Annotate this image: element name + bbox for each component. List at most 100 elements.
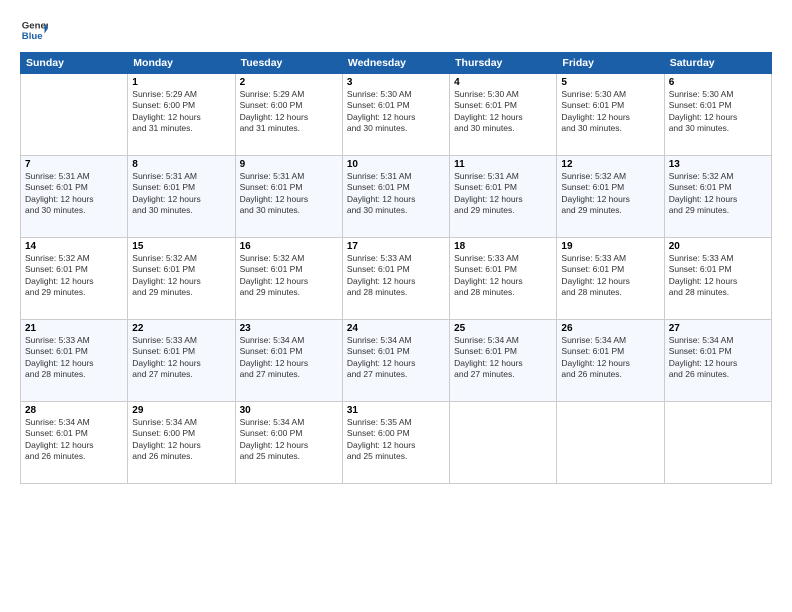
- calendar-cell: 21Sunrise: 5:33 AM Sunset: 6:01 PM Dayli…: [21, 320, 128, 402]
- day-number: 2: [240, 77, 338, 88]
- day-number: 20: [669, 241, 767, 252]
- calendar-cell: 16Sunrise: 5:32 AM Sunset: 6:01 PM Dayli…: [235, 238, 342, 320]
- day-info: Sunrise: 5:33 AM Sunset: 6:01 PM Dayligh…: [132, 335, 230, 381]
- weekday-header-wednesday: Wednesday: [342, 53, 449, 74]
- calendar-cell: 5Sunrise: 5:30 AM Sunset: 6:01 PM Daylig…: [557, 74, 664, 156]
- day-info: Sunrise: 5:32 AM Sunset: 6:01 PM Dayligh…: [25, 253, 123, 299]
- calendar-cell: 15Sunrise: 5:32 AM Sunset: 6:01 PM Dayli…: [128, 238, 235, 320]
- day-number: 5: [561, 77, 659, 88]
- calendar-cell: 2Sunrise: 5:29 AM Sunset: 6:00 PM Daylig…: [235, 74, 342, 156]
- day-number: 21: [25, 323, 123, 334]
- calendar-cell: 9Sunrise: 5:31 AM Sunset: 6:01 PM Daylig…: [235, 156, 342, 238]
- calendar-cell: 23Sunrise: 5:34 AM Sunset: 6:01 PM Dayli…: [235, 320, 342, 402]
- day-number: 17: [347, 241, 445, 252]
- day-info: Sunrise: 5:30 AM Sunset: 6:01 PM Dayligh…: [347, 89, 445, 135]
- day-number: 16: [240, 241, 338, 252]
- calendar-cell: 26Sunrise: 5:34 AM Sunset: 6:01 PM Dayli…: [557, 320, 664, 402]
- page: General Blue SundayMondayTuesdayWednesda…: [0, 0, 792, 612]
- day-number: 8: [132, 159, 230, 170]
- calendar-cell: 31Sunrise: 5:35 AM Sunset: 6:00 PM Dayli…: [342, 402, 449, 484]
- calendar-cell: 14Sunrise: 5:32 AM Sunset: 6:01 PM Dayli…: [21, 238, 128, 320]
- calendar-cell: 10Sunrise: 5:31 AM Sunset: 6:01 PM Dayli…: [342, 156, 449, 238]
- logo-icon: General Blue: [20, 16, 48, 44]
- day-info: Sunrise: 5:32 AM Sunset: 6:01 PM Dayligh…: [669, 171, 767, 217]
- day-info: Sunrise: 5:31 AM Sunset: 6:01 PM Dayligh…: [240, 171, 338, 217]
- calendar-cell: [450, 402, 557, 484]
- day-number: 26: [561, 323, 659, 334]
- day-number: 7: [25, 159, 123, 170]
- logo: General Blue: [20, 16, 48, 44]
- day-info: Sunrise: 5:34 AM Sunset: 6:01 PM Dayligh…: [347, 335, 445, 381]
- header: General Blue: [20, 16, 772, 44]
- day-info: Sunrise: 5:34 AM Sunset: 6:01 PM Dayligh…: [454, 335, 552, 381]
- day-info: Sunrise: 5:31 AM Sunset: 6:01 PM Dayligh…: [132, 171, 230, 217]
- day-number: 14: [25, 241, 123, 252]
- weekday-header-friday: Friday: [557, 53, 664, 74]
- day-number: 15: [132, 241, 230, 252]
- day-info: Sunrise: 5:34 AM Sunset: 6:01 PM Dayligh…: [25, 417, 123, 463]
- day-number: 22: [132, 323, 230, 334]
- day-number: 28: [25, 405, 123, 416]
- day-info: Sunrise: 5:34 AM Sunset: 6:01 PM Dayligh…: [240, 335, 338, 381]
- day-info: Sunrise: 5:32 AM Sunset: 6:01 PM Dayligh…: [132, 253, 230, 299]
- day-number: 12: [561, 159, 659, 170]
- calendar-cell: 20Sunrise: 5:33 AM Sunset: 6:01 PM Dayli…: [664, 238, 771, 320]
- calendar-cell: 22Sunrise: 5:33 AM Sunset: 6:01 PM Dayli…: [128, 320, 235, 402]
- calendar-cell: 1Sunrise: 5:29 AM Sunset: 6:00 PM Daylig…: [128, 74, 235, 156]
- calendar-cell: 19Sunrise: 5:33 AM Sunset: 6:01 PM Dayli…: [557, 238, 664, 320]
- day-number: 27: [669, 323, 767, 334]
- day-number: 11: [454, 159, 552, 170]
- weekday-header-saturday: Saturday: [664, 53, 771, 74]
- weekday-header-tuesday: Tuesday: [235, 53, 342, 74]
- day-number: 10: [347, 159, 445, 170]
- day-number: 30: [240, 405, 338, 416]
- day-number: 6: [669, 77, 767, 88]
- day-number: 18: [454, 241, 552, 252]
- day-info: Sunrise: 5:31 AM Sunset: 6:01 PM Dayligh…: [347, 171, 445, 217]
- calendar-cell: 29Sunrise: 5:34 AM Sunset: 6:00 PM Dayli…: [128, 402, 235, 484]
- day-number: 4: [454, 77, 552, 88]
- calendar-cell: 24Sunrise: 5:34 AM Sunset: 6:01 PM Dayli…: [342, 320, 449, 402]
- day-number: 29: [132, 405, 230, 416]
- day-info: Sunrise: 5:30 AM Sunset: 6:01 PM Dayligh…: [454, 89, 552, 135]
- calendar-cell: 12Sunrise: 5:32 AM Sunset: 6:01 PM Dayli…: [557, 156, 664, 238]
- calendar-cell: 6Sunrise: 5:30 AM Sunset: 6:01 PM Daylig…: [664, 74, 771, 156]
- day-info: Sunrise: 5:33 AM Sunset: 6:01 PM Dayligh…: [669, 253, 767, 299]
- day-number: 19: [561, 241, 659, 252]
- day-number: 1: [132, 77, 230, 88]
- day-number: 31: [347, 405, 445, 416]
- day-info: Sunrise: 5:34 AM Sunset: 6:01 PM Dayligh…: [669, 335, 767, 381]
- calendar-cell: 30Sunrise: 5:34 AM Sunset: 6:00 PM Dayli…: [235, 402, 342, 484]
- day-info: Sunrise: 5:35 AM Sunset: 6:00 PM Dayligh…: [347, 417, 445, 463]
- weekday-header-thursday: Thursday: [450, 53, 557, 74]
- calendar-cell: 25Sunrise: 5:34 AM Sunset: 6:01 PM Dayli…: [450, 320, 557, 402]
- day-info: Sunrise: 5:29 AM Sunset: 6:00 PM Dayligh…: [240, 89, 338, 135]
- calendar-cell: 7Sunrise: 5:31 AM Sunset: 6:01 PM Daylig…: [21, 156, 128, 238]
- day-number: 9: [240, 159, 338, 170]
- calendar-cell: 11Sunrise: 5:31 AM Sunset: 6:01 PM Dayli…: [450, 156, 557, 238]
- calendar-cell: [664, 402, 771, 484]
- day-info: Sunrise: 5:33 AM Sunset: 6:01 PM Dayligh…: [347, 253, 445, 299]
- svg-text:Blue: Blue: [22, 31, 43, 42]
- day-number: 13: [669, 159, 767, 170]
- svg-text:General: General: [22, 20, 48, 31]
- day-info: Sunrise: 5:33 AM Sunset: 6:01 PM Dayligh…: [561, 253, 659, 299]
- calendar-cell: 13Sunrise: 5:32 AM Sunset: 6:01 PM Dayli…: [664, 156, 771, 238]
- day-number: 3: [347, 77, 445, 88]
- day-info: Sunrise: 5:34 AM Sunset: 6:00 PM Dayligh…: [240, 417, 338, 463]
- weekday-header-monday: Monday: [128, 53, 235, 74]
- calendar-cell: [21, 74, 128, 156]
- day-info: Sunrise: 5:30 AM Sunset: 6:01 PM Dayligh…: [669, 89, 767, 135]
- day-info: Sunrise: 5:31 AM Sunset: 6:01 PM Dayligh…: [25, 171, 123, 217]
- day-info: Sunrise: 5:31 AM Sunset: 6:01 PM Dayligh…: [454, 171, 552, 217]
- calendar-table: SundayMondayTuesdayWednesdayThursdayFrid…: [20, 52, 772, 484]
- day-info: Sunrise: 5:33 AM Sunset: 6:01 PM Dayligh…: [454, 253, 552, 299]
- calendar-cell: 3Sunrise: 5:30 AM Sunset: 6:01 PM Daylig…: [342, 74, 449, 156]
- day-info: Sunrise: 5:30 AM Sunset: 6:01 PM Dayligh…: [561, 89, 659, 135]
- calendar-cell: 18Sunrise: 5:33 AM Sunset: 6:01 PM Dayli…: [450, 238, 557, 320]
- calendar-cell: 4Sunrise: 5:30 AM Sunset: 6:01 PM Daylig…: [450, 74, 557, 156]
- day-info: Sunrise: 5:32 AM Sunset: 6:01 PM Dayligh…: [561, 171, 659, 217]
- weekday-header-sunday: Sunday: [21, 53, 128, 74]
- day-info: Sunrise: 5:32 AM Sunset: 6:01 PM Dayligh…: [240, 253, 338, 299]
- day-number: 25: [454, 323, 552, 334]
